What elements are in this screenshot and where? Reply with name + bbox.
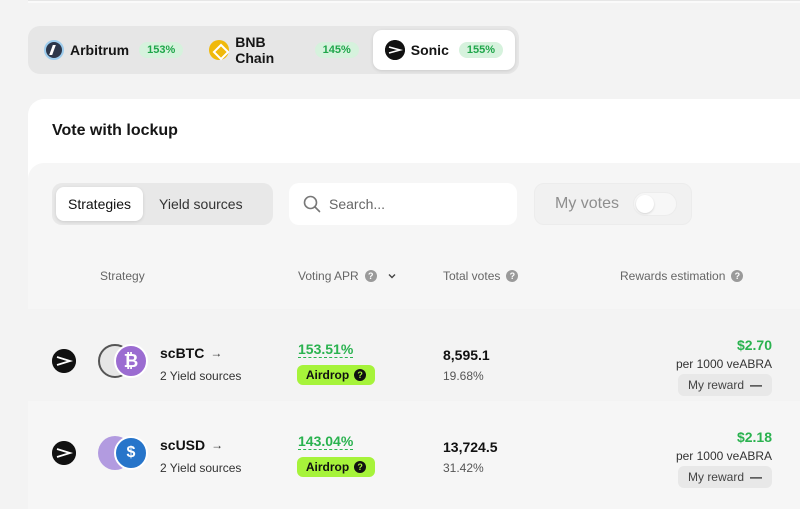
header-label: Total votes xyxy=(443,269,501,283)
arbitrum-icon xyxy=(44,40,64,60)
strategy-name[interactable]: scBTC → xyxy=(160,345,222,361)
voting-apr-value[interactable]: 153.51% xyxy=(298,341,354,358)
strategy-name-text: scUSD xyxy=(160,437,206,453)
card-title: Vote with lockup xyxy=(52,122,178,139)
token-pair: $ xyxy=(98,435,152,471)
view-toggle: Strategies Yield sources xyxy=(52,183,273,225)
help-icon: ? xyxy=(354,369,367,381)
my-votes-label: My votes xyxy=(555,195,620,212)
header-label: Voting APR xyxy=(298,269,359,283)
strategy-name[interactable]: scUSD → xyxy=(160,437,223,453)
my-reward-chip: My reward — xyxy=(677,466,772,488)
chain-apr-badge: 145% xyxy=(314,42,359,58)
votes-share: 31.42% xyxy=(443,461,484,475)
chain-apr-badge: 153% xyxy=(139,42,184,58)
usdc-icon: $ xyxy=(114,436,148,470)
airdrop-label: Airdrop xyxy=(305,368,350,382)
chevron-down-icon[interactable] xyxy=(387,271,397,281)
chain-name: BNB Chain xyxy=(235,34,275,66)
total-votes-value: 13,724.5 xyxy=(443,439,498,455)
sonic-icon xyxy=(384,40,405,60)
total-votes-value: 8,595.1 xyxy=(443,347,490,363)
my-votes-filter: My votes xyxy=(534,183,692,225)
my-reward-label: My reward xyxy=(687,470,744,484)
header-strategy: Strategy xyxy=(100,269,145,283)
header-total-votes: Total votes ? xyxy=(443,269,519,283)
bitcoin-icon: ₿ xyxy=(114,344,148,378)
toggle-knob xyxy=(636,195,655,213)
reward-estimate: $2.70 xyxy=(736,337,772,353)
table-row[interactable]: $ scUSD → 2 Yield sources 143.04% Airdro… xyxy=(28,401,800,493)
tab-strategies[interactable]: Strategies xyxy=(56,187,144,221)
reward-estimate: $2.18 xyxy=(736,429,772,445)
chain-tab-arbitrum[interactable]: Arbitrum 153% xyxy=(32,30,195,70)
header-voting-apr[interactable]: Voting APR ? xyxy=(298,269,397,283)
my-reward-value: — xyxy=(750,470,762,484)
strategies-panel: Strategies Yield sources My votes Strate… xyxy=(28,163,800,509)
voting-apr-value[interactable]: 143.04% xyxy=(298,433,354,450)
chain-tab-bnb[interactable]: BNB Chain 145% xyxy=(197,30,370,70)
my-votes-toggle[interactable] xyxy=(633,192,678,216)
bnb-icon xyxy=(209,40,230,60)
info-icon[interactable]: ? xyxy=(506,270,519,282)
sonic-icon xyxy=(52,441,76,465)
arrow-right-icon: → xyxy=(211,438,224,452)
my-reward-label: My reward xyxy=(687,378,744,392)
chain-apr-badge: 155% xyxy=(458,42,503,58)
my-reward-value: — xyxy=(750,378,762,392)
info-icon[interactable]: ? xyxy=(364,270,377,282)
search-icon xyxy=(303,195,321,213)
chain-selector: Arbitrum 153% BNB Chain 145% Sonic 155% xyxy=(28,26,519,74)
chain-name: Arbitrum xyxy=(70,42,130,58)
yield-sources-count: 2 Yield sources xyxy=(160,369,242,383)
votes-share: 19.68% xyxy=(443,369,484,383)
header-label: Rewards estimation xyxy=(620,269,726,283)
airdrop-badge[interactable]: Airdrop ? xyxy=(297,365,375,385)
search-box xyxy=(289,183,517,225)
top-divider xyxy=(28,0,800,3)
vote-card: Vote with lockup Strategies Yield source… xyxy=(28,99,800,509)
airdrop-label: Airdrop xyxy=(305,460,350,474)
chain-tab-sonic[interactable]: Sonic 155% xyxy=(372,30,515,70)
chain-name: Sonic xyxy=(410,42,449,58)
header-rewards: Rewards estimation ? xyxy=(620,269,744,283)
info-icon[interactable]: ? xyxy=(731,270,744,282)
search-input[interactable] xyxy=(329,196,499,212)
header-label: Strategy xyxy=(100,269,145,283)
my-reward-chip: My reward — xyxy=(677,374,772,396)
arrow-right-icon: → xyxy=(210,346,223,360)
help-icon: ? xyxy=(354,461,367,473)
table-row[interactable]: ₿ scBTC → 2 Yield sources 153.51% Airdro… xyxy=(28,309,800,401)
token-pair: ₿ xyxy=(98,343,152,379)
reward-unit: per 1000 veABRA xyxy=(675,357,772,371)
sonic-icon xyxy=(52,349,76,373)
strategy-name-text: scBTC xyxy=(160,345,205,361)
yield-sources-count: 2 Yield sources xyxy=(160,461,242,475)
tab-yield-sources[interactable]: Yield sources xyxy=(147,187,255,221)
airdrop-badge[interactable]: Airdrop ? xyxy=(297,457,375,477)
reward-unit: per 1000 veABRA xyxy=(675,449,772,463)
